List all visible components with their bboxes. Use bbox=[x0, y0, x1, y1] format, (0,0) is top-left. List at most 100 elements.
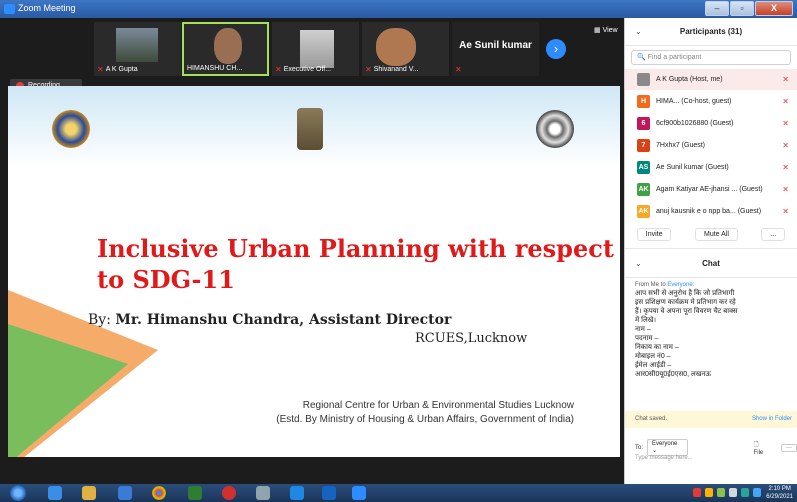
national-emblem-icon bbox=[297, 108, 323, 150]
mic-muted-icon: ✕ bbox=[365, 65, 372, 74]
recipient-select[interactable]: Everyone ⌄ bbox=[647, 439, 688, 456]
ie-icon[interactable] bbox=[48, 486, 62, 500]
close-button[interactable]: X bbox=[755, 1, 793, 16]
chat-saved-label: Chat saved. bbox=[635, 416, 668, 422]
shared-screen-slide: Inclusive Urban Planning with respect to… bbox=[8, 86, 620, 457]
tray-icon[interactable] bbox=[753, 488, 761, 497]
participant-row[interactable]: AK anuj kausnik e o npp ba... (Guest) ✕ bbox=[625, 201, 797, 222]
chat-to: Everyone: bbox=[667, 282, 695, 288]
presenter-prefix: By: bbox=[88, 312, 116, 328]
avatar: 7 bbox=[637, 139, 650, 152]
chrome-icon[interactable] bbox=[152, 486, 166, 500]
chat-more-button[interactable]: ··· bbox=[781, 443, 797, 452]
participant-search-input[interactable]: 🔍 Find a participant bbox=[631, 50, 791, 65]
participant-actions: Invite Mute All ... bbox=[625, 224, 797, 244]
participant-row-name: anuj kausnik e o npp ba... (Guest) bbox=[656, 208, 762, 215]
video-area: ✕ A K Gupta HIMANSHU CH... ✕ Executive Off… bbox=[0, 18, 624, 484]
zoom-taskbar-icon[interactable] bbox=[352, 486, 366, 500]
mic-muted-icon: ✕ bbox=[455, 65, 462, 74]
view-button[interactable]: ▦ View bbox=[594, 26, 618, 34]
to-label: To: bbox=[635, 444, 644, 451]
participant-name: Shivanand V... bbox=[373, 66, 419, 73]
clock-time: 2:10 PM bbox=[768, 486, 791, 492]
chat-input[interactable]: Type message here... bbox=[635, 455, 693, 461]
mic-muted-icon[interactable]: ✕ bbox=[782, 185, 789, 194]
mic-muted-icon[interactable]: ✕ bbox=[782, 119, 789, 128]
chat-title: Chat bbox=[702, 258, 720, 268]
chat-header: ⌄ Chat bbox=[625, 248, 797, 278]
invite-button[interactable]: Invite bbox=[636, 227, 672, 241]
participant-face bbox=[214, 28, 242, 64]
participant-row-name: 7Hxhx7 (Guest) bbox=[656, 142, 706, 149]
room-photo bbox=[300, 30, 334, 68]
file-explorer-icon[interactable] bbox=[82, 486, 96, 500]
tray-icon[interactable] bbox=[741, 488, 749, 497]
participant-list: A K Gupta (Host, me) ✕ H HIMA... (Co-host, … bbox=[625, 69, 797, 222]
slide-org: RCUES,Lucknow bbox=[415, 331, 528, 346]
rcues-logo-icon bbox=[52, 110, 90, 148]
avatar: AK bbox=[637, 205, 650, 218]
chat-message: आप सभी से अनुरोध है कि जो प्रतिभागी इस प… bbox=[635, 290, 738, 378]
presenter-name: Mr. Himanshu Chandra, Assistant Director bbox=[115, 312, 452, 328]
tray-icon[interactable] bbox=[693, 488, 701, 497]
participant-row[interactable]: H HIMA... (Co-host, guest) ✕ bbox=[625, 91, 797, 112]
mic-muted-icon[interactable]: ✕ bbox=[782, 97, 789, 106]
minimize-button[interactable]: – bbox=[705, 1, 729, 16]
video-tile[interactable]: ✕ Shivanand V... bbox=[362, 22, 449, 76]
video-tile[interactable]: ✕ Executive Off... bbox=[272, 22, 359, 76]
window-titlebar: Zoom Meeting – ▫ X bbox=[0, 0, 797, 18]
app-icon[interactable] bbox=[256, 486, 270, 500]
collapse-chevron-icon[interactable]: ⌄ bbox=[635, 27, 642, 36]
view-label: View bbox=[602, 27, 618, 34]
participant-row[interactable]: 6 6cf900b1026880 (Guest) ✕ bbox=[625, 113, 797, 134]
window-title: Zoom Meeting bbox=[18, 3, 76, 13]
avatar: AS bbox=[637, 161, 650, 174]
video-tile[interactable]: Ae Sunil kumar ✕ bbox=[452, 22, 539, 76]
participant-row[interactable]: A K Gupta (Host, me) ✕ bbox=[625, 69, 797, 90]
participant-row[interactable]: 7 7Hxhx7 (Guest) ✕ bbox=[625, 135, 797, 156]
participant-face bbox=[376, 28, 416, 66]
participant-name: Ae Sunil kumar bbox=[459, 40, 532, 51]
participant-row-name: Agam Katiyar AE-jhansi ... (Guest) bbox=[656, 186, 763, 193]
taskbar-clock[interactable]: 2:10 PM 6/29/2021 bbox=[766, 485, 793, 501]
windows-taskbar: 2:10 PM 6/29/2021 bbox=[0, 484, 797, 502]
tray-icon[interactable] bbox=[705, 488, 713, 497]
skype-icon[interactable] bbox=[290, 486, 304, 500]
mic-muted-icon[interactable]: ✕ bbox=[782, 75, 789, 84]
up-govt-seal-icon bbox=[536, 110, 574, 148]
participants-header: ⌄ Participants (31) bbox=[625, 18, 797, 46]
opera-icon[interactable] bbox=[222, 486, 236, 500]
start-button[interactable] bbox=[10, 485, 26, 501]
avatar: H bbox=[637, 95, 650, 108]
slide-footer-line1: Regional Centre for Urban & Environmenta… bbox=[302, 400, 574, 411]
participant-row[interactable]: AK Agam Katiyar AE-jhansi ... (Guest) ✕ bbox=[625, 179, 797, 200]
show-in-folder-link[interactable]: Show in Folder bbox=[752, 411, 792, 428]
zoom-app-icon bbox=[4, 4, 15, 14]
participant-row-name: 6cf900b1026880 (Guest) bbox=[656, 120, 734, 127]
mute-all-button[interactable]: Mute All bbox=[694, 227, 738, 241]
participant-name: Executive Off... bbox=[283, 66, 332, 73]
word-icon[interactable] bbox=[322, 486, 336, 500]
file-label: File bbox=[753, 449, 764, 456]
slide-title: Inclusive Urban Planning with respect to… bbox=[97, 234, 614, 294]
mic-muted-icon[interactable]: ✕ bbox=[782, 141, 789, 150]
recipient-value: Everyone bbox=[652, 441, 678, 447]
video-tile-active-speaker[interactable]: HIMANSHU CH... bbox=[182, 22, 269, 76]
clock-date: 6/29/2021 bbox=[766, 494, 793, 500]
volume-icon[interactable] bbox=[717, 488, 725, 497]
file-button[interactable]: 🗋 File bbox=[754, 440, 769, 456]
maximize-button[interactable]: ▫ bbox=[730, 1, 754, 16]
participant-row[interactable]: AS Ae Sunil kumar (Guest) ✕ bbox=[625, 157, 797, 178]
more-button[interactable]: ... bbox=[761, 227, 786, 241]
excel-icon[interactable] bbox=[188, 486, 202, 500]
side-panel: ⌄ Participants (31) 🔍 Find a participant… bbox=[624, 18, 797, 484]
mic-muted-icon[interactable]: ✕ bbox=[782, 207, 789, 216]
next-page-button[interactable]: › bbox=[546, 39, 566, 59]
video-tile[interactable]: ✕ A K Gupta bbox=[94, 22, 181, 76]
collapse-chevron-icon[interactable]: ⌄ bbox=[635, 259, 642, 268]
participant-row-name: A K Gupta (Host, me) bbox=[656, 76, 723, 83]
avatar: 6 bbox=[637, 117, 650, 130]
mic-muted-icon[interactable]: ✕ bbox=[782, 163, 789, 172]
network-icon[interactable] bbox=[729, 488, 737, 497]
media-player-icon[interactable] bbox=[118, 486, 132, 500]
